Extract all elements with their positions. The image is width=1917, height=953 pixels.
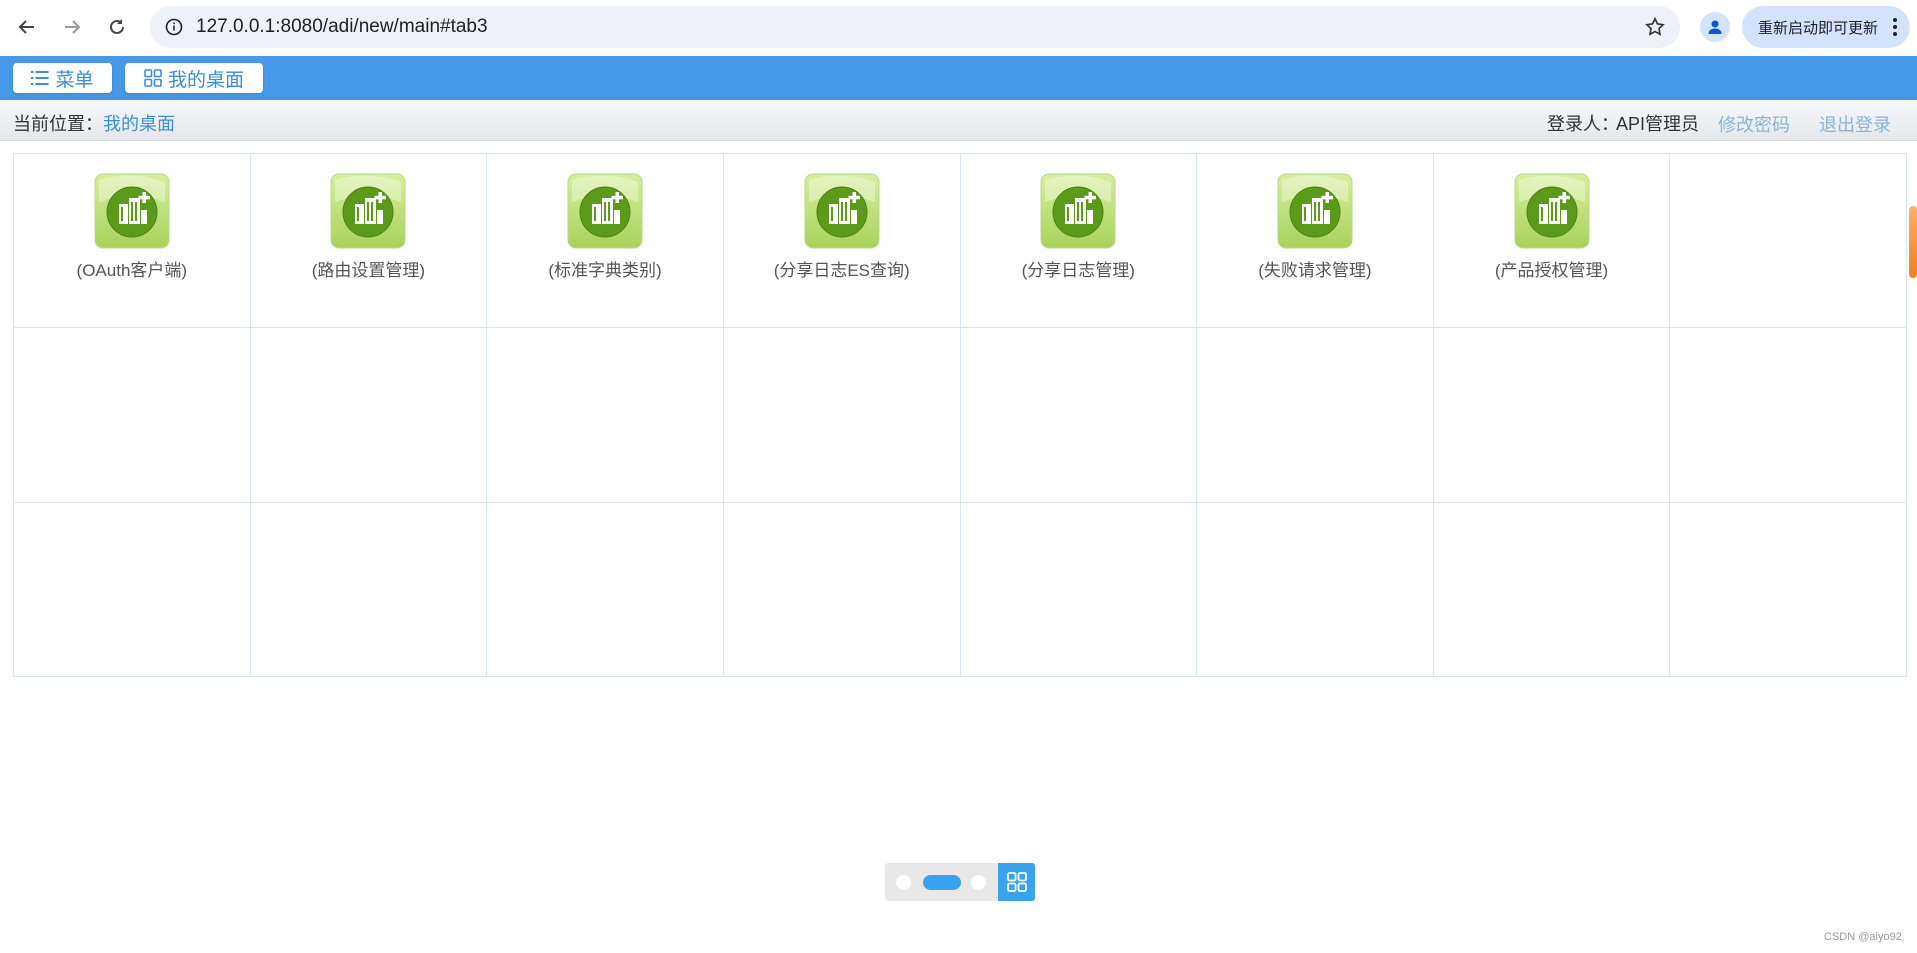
change-password-link[interactable]: 修改密码 [1718, 111, 1790, 137]
desktop-cell [250, 328, 488, 503]
pager-dot-active[interactable] [923, 875, 961, 890]
desktop-app-tile[interactable]: (标准字典类别) [487, 172, 723, 281]
desktop-cell: (分享日志管理) [960, 154, 1198, 329]
green-building-add-icon [567, 173, 643, 249]
reload-icon [110, 19, 124, 34]
desktop-cell [723, 502, 961, 677]
address-bar[interactable]: 127.0.0.1:8080/adi/new/main#tab3 [150, 6, 1680, 48]
pager-dot[interactable] [971, 875, 986, 890]
desktop-cell [960, 328, 1198, 503]
desktop-cell: (产品授权管理) [1433, 154, 1671, 329]
desktop-cell: (标准字典类别) [487, 154, 724, 329]
desktop-cell [1197, 502, 1434, 677]
back-button[interactable] [9, 9, 45, 45]
desktop-app-label: (分享日志ES查询) [773, 261, 910, 280]
breadcrumb: 当前位置： 我的桌面 登录人： API管理员 修改密码 退出登录 [0, 100, 1917, 141]
arrow-left-icon [18, 20, 34, 34]
desktop-cell: (OAuth客户端) [14, 154, 251, 329]
desktop-grid: (OAuth客户端) (路由设置管理) (标准字典类别) (分享日志ES查询) (分享日… [13, 153, 1907, 677]
green-building-add-icon [1277, 173, 1353, 249]
login-user-name: API管理员 [1616, 114, 1700, 134]
desktop-cell [250, 502, 488, 677]
breadcrumb-prefix: 当前位置： [13, 114, 103, 134]
desktop-cell: (路由设置管理) [250, 154, 488, 329]
forward-button[interactable] [54, 9, 90, 45]
desktop-cell [1197, 328, 1434, 503]
grid-icon [1006, 872, 1027, 892]
grid-icon [144, 69, 162, 87]
desktop-app-label: (路由设置管理) [311, 261, 426, 280]
pager-dot[interactable] [896, 875, 911, 890]
desktop-cell [14, 502, 251, 677]
site-info-icon[interactable] [160, 13, 188, 41]
menu-button[interactable]: 菜单 [13, 63, 112, 93]
login-label: 登录人： [1547, 114, 1619, 134]
desktop-app-tile[interactable]: (产品授权管理) [1434, 172, 1670, 281]
desktop-cell [487, 328, 724, 503]
my-desktop-button[interactable]: 我的桌面 [125, 63, 263, 93]
desktop-cell [14, 328, 251, 503]
update-label: 重新启动即可更新 [1758, 19, 1879, 37]
desktop-cell [1670, 328, 1907, 503]
scrollbar-thumb[interactable] [1909, 206, 1917, 278]
update-button[interactable]: 重新启动即可更新 [1742, 6, 1910, 48]
more-vert-icon [1893, 18, 1897, 36]
desktop-cell [723, 328, 961, 503]
profile-icon[interactable] [1700, 12, 1730, 42]
grid-view-button[interactable] [998, 863, 1035, 901]
desktop-app-tile[interactable]: (路由设置管理) [251, 172, 487, 281]
desktop-app-label: (标准字典类别) [548, 261, 662, 280]
desktop-cell [1433, 502, 1671, 677]
desktop-app-tile[interactable]: (失败请求管理) [1197, 172, 1433, 281]
app-header: 菜单 我的桌面 [0, 56, 1917, 100]
desktop-app-label: (OAuth客户端) [76, 261, 188, 280]
arrow-right-icon [65, 20, 81, 34]
desktop-app-label: (产品授权管理) [1494, 261, 1609, 280]
desktop-cell [960, 502, 1198, 677]
my-desktop-label: 我的桌面 [167, 69, 244, 91]
green-building-add-icon [94, 173, 170, 249]
watermark: CSDN @aiyo92 [1824, 931, 1902, 943]
bookmark-star-icon[interactable] [1644, 16, 1666, 38]
desktop-cell [1670, 154, 1907, 329]
reload-button[interactable] [99, 9, 135, 45]
green-building-add-icon [804, 173, 880, 249]
desktop-cell [487, 502, 724, 677]
desktop-app-tile[interactable]: (分享日志ES查询) [724, 172, 960, 281]
green-building-add-icon [1514, 173, 1590, 249]
green-building-add-icon [330, 173, 406, 249]
desktop-cell [1670, 502, 1907, 677]
green-building-add-icon [1040, 173, 1116, 249]
list-icon [31, 71, 49, 85]
desktop-app-tile[interactable]: (OAuth客户端) [14, 172, 250, 281]
desktop-app-tile[interactable]: (分享日志管理) [961, 172, 1197, 281]
logout-link[interactable]: 退出登录 [1819, 111, 1891, 137]
desktop-app-label: (分享日志管理) [1021, 261, 1135, 280]
desktop-app-label: (失败请求管理) [1258, 261, 1372, 280]
desktop-cell: (失败请求管理) [1197, 154, 1434, 329]
browser-toolbar: 127.0.0.1:8080/adi/new/main#tab3 重新启动即可更… [0, 0, 1917, 56]
breadcrumb-current[interactable]: 我的桌面 [103, 110, 175, 136]
desktop-cell [1433, 328, 1671, 503]
url-text: 127.0.0.1:8080/adi/new/main#tab3 [196, 16, 488, 37]
desktop-cell: (分享日志ES查询) [723, 154, 961, 329]
desktop-pager [885, 863, 1035, 901]
menu-label: 菜单 [55, 69, 94, 91]
